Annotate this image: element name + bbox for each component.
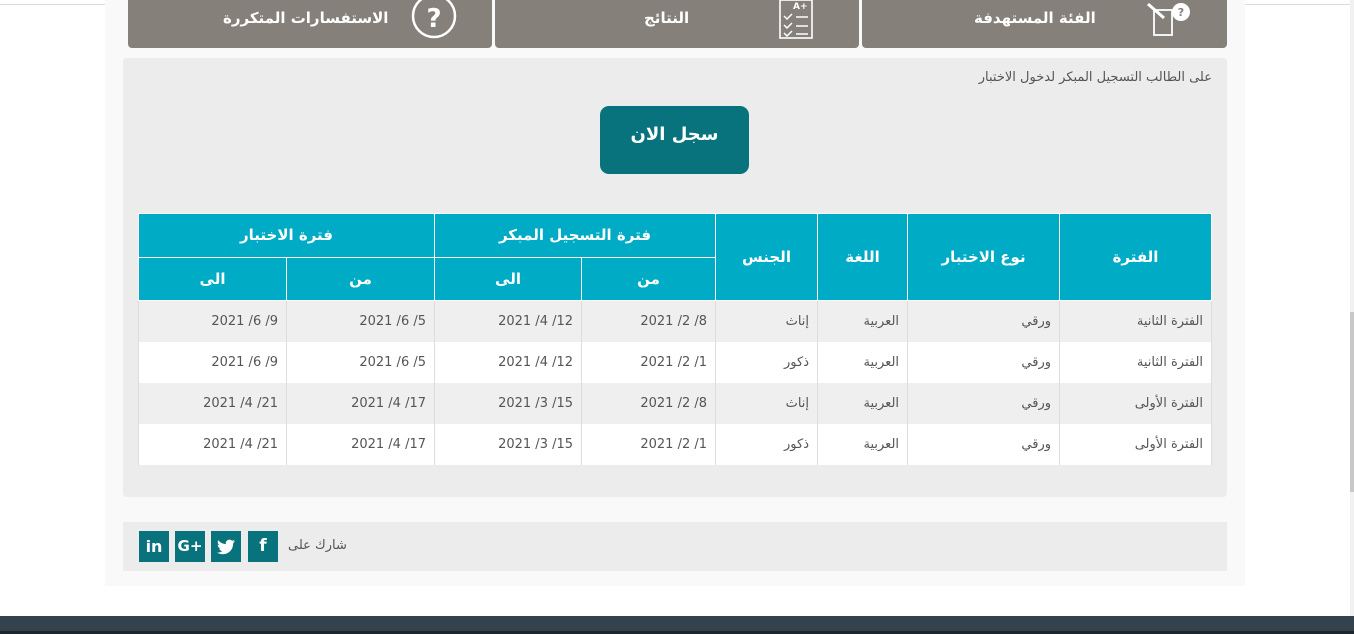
svg-text:?: ?	[1178, 6, 1184, 19]
tab-results[interactable]: النتائج A+	[495, 0, 859, 48]
scrollbar-thumb[interactable]	[1350, 312, 1354, 492]
header-test-type: نوع الاختبار	[907, 213, 1061, 301]
target-group-icon: ?	[1147, 2, 1190, 36]
schedule-table: الفترة نوع الاختبار اللغة الجنس فترة الت…	[138, 213, 1213, 465]
cell-gender: إناث	[715, 383, 819, 424]
twitter-icon[interactable]	[211, 531, 241, 562]
cell-type: ورقي	[907, 300, 1061, 342]
cell-reg-to: 2021 /4 /12	[433, 300, 583, 342]
cell-reg-from: 2021 /2 /1	[581, 342, 717, 383]
cell-reg-from: 2021 /2 /8	[581, 300, 717, 342]
cell-type: ورقي	[907, 342, 1061, 383]
cell-language: العربية	[817, 424, 909, 465]
header-test-from: من	[286, 256, 435, 301]
cell-test-to: 2021 /6 /9	[138, 342, 287, 383]
svg-text:?: ?	[426, 4, 441, 34]
cell-reg-to: 2021 /4 /12	[433, 342, 583, 383]
cell-test-from: 2021 /6 /5	[286, 342, 435, 383]
header-gender: الجنس	[715, 213, 819, 301]
cell-gender: ذكور	[715, 424, 819, 465]
registration-note: على الطالب التسجيل المبكر لدخول الاختبار	[978, 70, 1212, 85]
cell-type: ورقي	[907, 424, 1061, 465]
cell-reg-to: 2021 /3 /15	[433, 424, 583, 465]
question-icon: ?	[411, 0, 457, 39]
cell-reg-from: 2021 /2 /1	[581, 424, 717, 465]
tab-target-group-label: الفئة المستهدفة	[974, 9, 1096, 27]
table-row: الفترة الأولى ورقي العربية إناث 2021 /2 …	[138, 383, 1213, 424]
cell-gender: ذكور	[715, 342, 819, 383]
cell-period: الفترة الثانية	[1059, 342, 1213, 383]
cell-language: العربية	[817, 342, 909, 383]
header-test-period: فترة الاختبار	[138, 213, 435, 258]
cell-period: الفترة الأولى	[1059, 424, 1213, 465]
cell-reg-from: 2021 /2 /8	[581, 383, 717, 424]
cell-test-to: 2021 /4 /21	[138, 424, 287, 465]
cell-reg-to: 2021 /3 /15	[433, 383, 583, 424]
schedule-panel: على الطالب التسجيل المبكر لدخول الاختبار…	[123, 58, 1227, 497]
tab-target-group[interactable]: الفئة المستهدفة ?	[862, 0, 1227, 48]
cell-test-from: 2021 /4 /17	[286, 383, 435, 424]
scrollbar[interactable]	[1350, 0, 1354, 616]
register-now-button[interactable]: سجل الان	[600, 106, 749, 174]
cell-period: الفترة الثانية	[1059, 300, 1213, 342]
header-reg-to: الى	[433, 256, 583, 301]
header-test-to: الى	[138, 256, 287, 301]
linkedin-icon[interactable]: in	[139, 531, 169, 562]
cell-type: ورقي	[907, 383, 1061, 424]
tab-faq[interactable]: الاستفسارات المتكررة ?	[128, 0, 492, 48]
share-bar: شارك على f G+ in	[123, 522, 1227, 571]
table-row: الفترة الثانية ورقي العربية إناث 2021 /2…	[138, 300, 1213, 342]
cell-gender: إناث	[715, 300, 819, 342]
header-early-registration: فترة التسجيل المبكر	[433, 213, 717, 258]
tab-results-label: النتائج	[644, 9, 690, 27]
cell-period: الفترة الأولى	[1059, 383, 1213, 424]
google-plus-icon[interactable]: G+	[175, 531, 205, 562]
cell-language: العربية	[817, 300, 909, 342]
table-row: الفترة الأولى ورقي العربية ذكور 2021 /2 …	[138, 424, 1213, 465]
cell-test-to: 2021 /6 /9	[138, 300, 287, 342]
facebook-icon[interactable]: f	[248, 531, 278, 562]
header-period: الفترة	[1059, 213, 1213, 301]
header-language: اللغة	[817, 213, 909, 301]
cell-test-to: 2021 /4 /21	[138, 383, 287, 424]
table-row: الفترة الثانية ورقي العربية ذكور 2021 /2…	[138, 342, 1213, 383]
svg-text:A+: A+	[793, 2, 808, 12]
header-reg-from: من	[581, 256, 717, 301]
footer	[0, 616, 1354, 634]
share-label: شارك على	[288, 538, 347, 553]
results-sheet-icon: A+	[779, 0, 813, 39]
tab-faq-label: الاستفسارات المتكررة	[223, 9, 389, 27]
cell-test-from: 2021 /4 /17	[286, 424, 435, 465]
cell-language: العربية	[817, 383, 909, 424]
cell-test-from: 2021 /6 /5	[286, 300, 435, 342]
